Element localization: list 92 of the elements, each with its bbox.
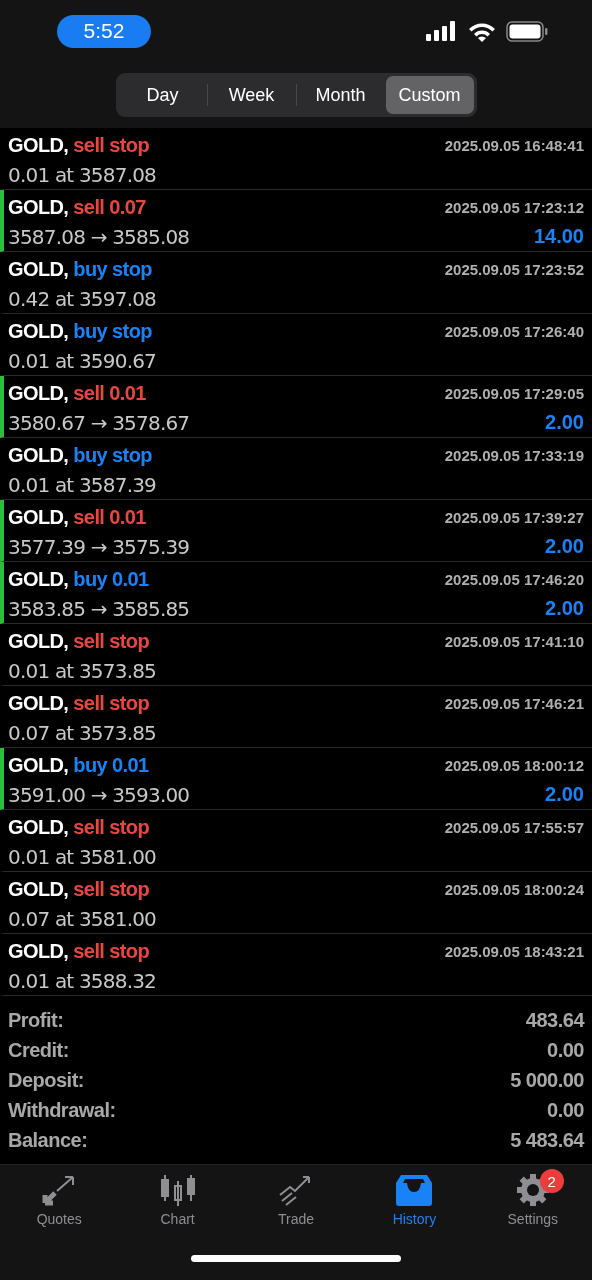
timestamp: 2025.09.05 17:23:52 <box>444 261 584 278</box>
action-label: buy 0.01 <box>73 754 149 777</box>
status-time: 5:52 <box>57 14 151 48</box>
action-label: sell stop <box>73 134 150 157</box>
notification-badge: 2 <box>539 1169 564 1193</box>
summary-label: Balance: <box>8 1128 88 1152</box>
history-row[interactable]: GOLD, buy stop 2025.09.05 17:23:52 0.42 at 3597.08 <box>0 252 592 314</box>
history-row[interactable]: GOLD, buy stop 2025.09.05 17:33:19 0.01 at 3587.39 <box>0 438 592 500</box>
timestamp: 2025.09.05 18:43:21 <box>444 943 584 960</box>
action-label: sell stop <box>73 878 150 901</box>
history-row[interactable]: GOLD, sell stop 2025.09.05 17:55:57 0.01 at 3581.00 <box>0 810 592 872</box>
symbol-label: GOLD, <box>8 196 69 219</box>
action-label: sell stop <box>73 630 150 653</box>
action-label: sell stop <box>73 816 150 839</box>
symbol-label: GOLD, <box>8 444 69 467</box>
price-detail: 3583.85 → 3585.85 <box>8 596 191 621</box>
profit-value: 2.00 <box>545 411 584 434</box>
summary-value: 5 483.64 <box>510 1128 584 1152</box>
price-detail: 0.07 at 3573.85 <box>8 720 158 745</box>
price-detail: 0.01 at 3588.32 <box>8 968 158 993</box>
history-row[interactable]: GOLD, sell stop 2025.09.05 16:48:41 0.01 at 3587.08 <box>0 128 592 190</box>
history-row[interactable]: GOLD, buy 0.01 2025.09.05 18:00:12 3591.00 → 3593.00 2.00 <box>0 748 592 810</box>
action-label: sell stop <box>73 940 150 963</box>
history-row[interactable]: GOLD, buy 0.01 2025.09.05 17:46:20 3583.85 → 3585.85 2.00 <box>0 562 592 624</box>
price-detail: 0.01 at 3590.67 <box>8 348 158 373</box>
action-label: buy 0.01 <box>73 568 149 591</box>
tab-bar-item[interactable]: History <box>355 1173 474 1227</box>
summary-label: Profit: <box>8 1008 64 1032</box>
symbol-label: GOLD, <box>8 940 69 963</box>
symbol-label: GOLD, <box>8 692 69 715</box>
symbol-label: GOLD, <box>8 258 69 281</box>
timestamp: 2025.09.05 18:00:12 <box>444 757 584 774</box>
action-label: sell stop <box>73 692 150 715</box>
action-label: sell 0.07 <box>73 196 146 219</box>
symbol-label: GOLD, <box>8 320 69 343</box>
history-row[interactable]: GOLD, sell stop 2025.09.05 18:00:24 0.07 at 3581.00 <box>0 872 592 934</box>
symbol-label: GOLD, <box>8 816 69 839</box>
timestamp: 2025.09.05 17:39:27 <box>444 509 584 526</box>
price-detail: 0.01 at 3587.39 <box>8 472 158 497</box>
price-detail: 0.07 at 3581.00 <box>8 906 158 931</box>
tab-bar-item[interactable]: Trade <box>236 1173 356 1227</box>
symbol-label: GOLD, <box>8 754 69 777</box>
price-detail: 3580.67 → 3578.67 <box>8 410 191 435</box>
symbol-label: GOLD, <box>8 506 69 529</box>
profit-value: 14.00 <box>533 225 584 248</box>
price-detail: 3587.08 → 3585.08 <box>8 224 191 249</box>
price-detail: 0.01 at 3581.00 <box>8 844 158 869</box>
tab-bar-item[interactable]: Quotes <box>0 1173 119 1227</box>
symbol-label: GOLD, <box>8 568 69 591</box>
symbol-label: GOLD, <box>8 878 69 901</box>
timestamp: 2025.09.05 17:46:21 <box>444 695 584 712</box>
timestamp: 2025.09.05 16:48:41 <box>444 137 584 154</box>
timestamp: 2025.09.05 17:46:20 <box>444 571 584 588</box>
timestamp: 2025.09.05 17:23:12 <box>444 199 584 216</box>
price-detail: 3591.00 → 3593.00 <box>8 782 191 807</box>
period-tab[interactable]: Week <box>207 76 296 114</box>
timestamp: 2025.09.05 17:33:19 <box>444 447 584 464</box>
action-label: sell 0.01 <box>73 506 146 529</box>
symbol-label: GOLD, <box>8 630 69 653</box>
history-row[interactable]: GOLD, sell stop 2025.09.05 18:43:21 0.01 at 3588.32 <box>0 934 592 996</box>
action-label: buy stop <box>73 258 152 281</box>
history-row[interactable]: GOLD, sell stop 2025.09.05 17:41:10 0.01 at 3573.85 <box>0 624 592 686</box>
summary-label: Credit: <box>8 1038 69 1062</box>
summary-label: Deposit: <box>8 1068 84 1092</box>
action-label: buy stop <box>73 320 152 343</box>
price-detail: 3577.39 → 3575.39 <box>8 534 191 559</box>
timestamp: 2025.09.05 17:29:05 <box>444 385 584 402</box>
timestamp: 2025.09.05 17:55:57 <box>444 819 584 836</box>
summary-value: 0.00 <box>547 1098 584 1122</box>
action-label: sell 0.01 <box>73 382 146 405</box>
profit-value: 2.00 <box>545 783 584 806</box>
price-detail: 0.01 at 3573.85 <box>8 658 158 683</box>
summary-value: 5 000.00 <box>510 1068 584 1092</box>
summary-label: Withdrawal: <box>8 1098 116 1122</box>
tab-bar-item[interactable]: Chart <box>118 1173 237 1227</box>
timestamp: 2025.09.05 17:26:40 <box>444 323 584 340</box>
period-tab[interactable]: Custom <box>385 76 474 114</box>
timestamp: 2025.09.05 17:41:10 <box>444 633 584 650</box>
profit-value: 2.00 <box>545 535 584 558</box>
summary-value: 483.64 <box>525 1008 584 1032</box>
timestamp: 2025.09.05 18:00:24 <box>444 881 584 898</box>
price-detail: 0.01 at 3587.08 <box>8 162 158 187</box>
summary-value: 0.00 <box>547 1038 584 1062</box>
action-label: buy stop <box>73 444 152 467</box>
history-row[interactable]: GOLD, sell stop 2025.09.05 17:46:21 0.07 at 3573.85 <box>0 686 592 748</box>
symbol-label: GOLD, <box>8 382 69 405</box>
period-tab[interactable]: Month <box>296 76 385 114</box>
profit-value: 2.00 <box>545 597 584 620</box>
symbol-label: GOLD, <box>8 134 69 157</box>
price-detail: 0.42 at 3597.08 <box>8 286 158 311</box>
period-tab[interactable]: Day <box>118 76 207 114</box>
history-row[interactable]: GOLD, buy stop 2025.09.05 17:26:40 0.01 at 3590.67 <box>0 314 592 376</box>
